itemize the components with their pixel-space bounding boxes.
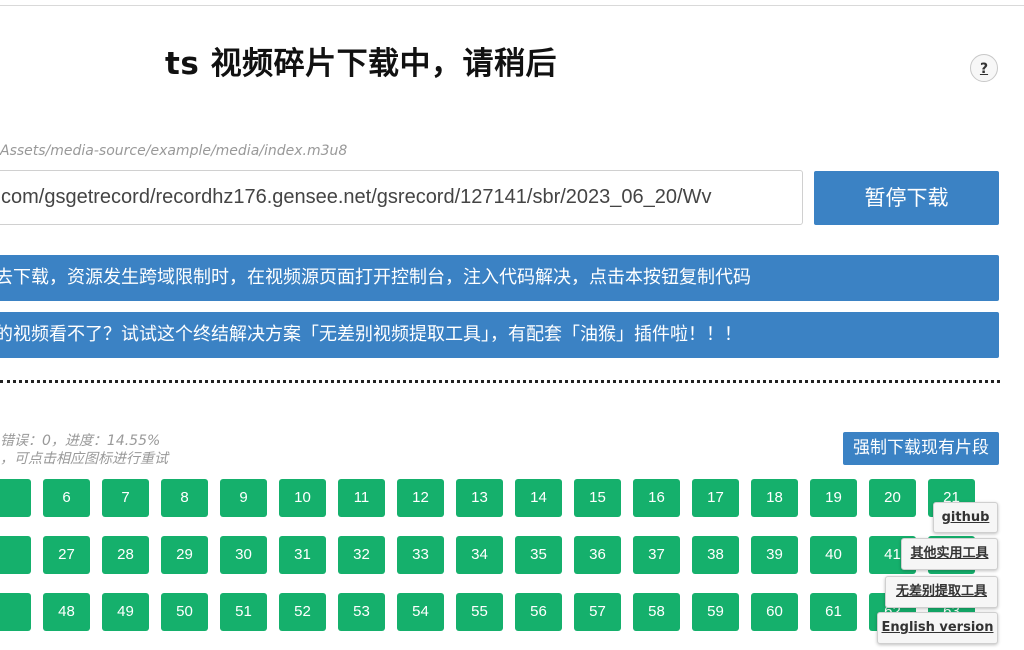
segment-button[interactable] [0,593,31,631]
segment-button[interactable]: 8 [161,479,208,517]
segment-button[interactable]: 12 [397,479,444,517]
segment-button[interactable]: 40 [810,536,857,574]
segment-button[interactable]: 9 [220,479,267,517]
segment-button[interactable]: 13 [456,479,503,517]
tool-promo-banner[interactable]: 的视频看不了？试试这个终结解决方案「无差别视频提取工具」，有配套「油猴」插件啦！… [0,312,999,358]
segment-button[interactable]: 61 [810,593,857,631]
segment-button[interactable]: 28 [102,536,149,574]
segment-button[interactable]: 29 [161,536,208,574]
help-button[interactable]: ? [970,54,998,82]
segment-button[interactable]: 27 [43,536,90,574]
segment-button[interactable]: 49 [102,593,149,631]
segment-button[interactable]: 19 [810,479,857,517]
segment-button[interactable]: 57 [574,593,621,631]
segment-button[interactable]: 52 [279,593,326,631]
segment-button[interactable]: 17 [692,479,739,517]
segment-button[interactable]: 39 [751,536,798,574]
segment-button[interactable]: 56 [515,593,562,631]
segment-button[interactable] [0,536,31,574]
segment-button[interactable]: 7 [102,479,149,517]
github-link[interactable]: github [933,502,998,533]
segment-button[interactable]: 14 [515,479,562,517]
segment-button[interactable]: 16 [633,479,680,517]
progress-status-line1: 错误：0，进度：14.55% [0,433,161,449]
pause-download-button[interactable]: 暂停下载 [814,171,999,225]
segment-button[interactable]: 60 [751,593,798,631]
segment-button[interactable]: 59 [692,593,739,631]
segment-button[interactable]: 54 [397,593,444,631]
segment-button[interactable]: 33 [397,536,444,574]
segment-button[interactable]: 36 [574,536,621,574]
force-download-button[interactable]: 强制下载现有片段 [843,432,999,465]
other-tools-link[interactable]: 其他实用工具 [901,538,998,570]
segment-button[interactable]: 32 [338,536,385,574]
segment-button[interactable]: 15 [574,479,621,517]
segment-button[interactable]: 35 [515,536,562,574]
page-title: ts 视频碎片下载中，请稍后 [165,46,558,82]
dotted-divider [0,380,1000,383]
segment-button[interactable]: 34 [456,536,503,574]
m3u8-url-input[interactable]: com/gsgetrecord/recordhz176.gensee.net/g… [0,170,803,225]
segment-button[interactable]: 6 [43,479,90,517]
segment-button[interactable]: 53 [338,593,385,631]
progress-status: 错误：0，进度：14.55% ，可点击相应图标进行重试 [0,432,168,468]
segment-button[interactable]: 50 [161,593,208,631]
segment-button[interactable]: 48 [43,593,90,631]
url-hint: Assets/media-source/example/media/index.… [0,143,348,159]
english-version-link[interactable]: English version [877,612,998,644]
segment-button[interactable]: 18 [751,479,798,517]
segment-button[interactable]: 58 [633,593,680,631]
cross-domain-code-banner[interactable]: 去下载，资源发生跨域限制时，在视频源页面打开控制台，注入代码解决，点击本按钮复制… [0,255,999,301]
segment-button[interactable]: 30 [220,536,267,574]
progress-status-line2: ，可点击相应图标进行重试 [0,451,168,467]
segment-button[interactable] [0,479,31,517]
top-divider [0,5,1024,6]
segment-button[interactable]: 31 [279,536,326,574]
segment-button[interactable]: 20 [869,479,916,517]
segment-button[interactable]: 11 [338,479,385,517]
segment-button[interactable]: 55 [456,593,503,631]
segment-button[interactable]: 37 [633,536,680,574]
segment-button[interactable]: 10 [279,479,326,517]
segment-button[interactable]: 51 [220,593,267,631]
segment-button[interactable]: 38 [692,536,739,574]
extract-tool-link[interactable]: 无差别提取工具 [885,576,998,608]
